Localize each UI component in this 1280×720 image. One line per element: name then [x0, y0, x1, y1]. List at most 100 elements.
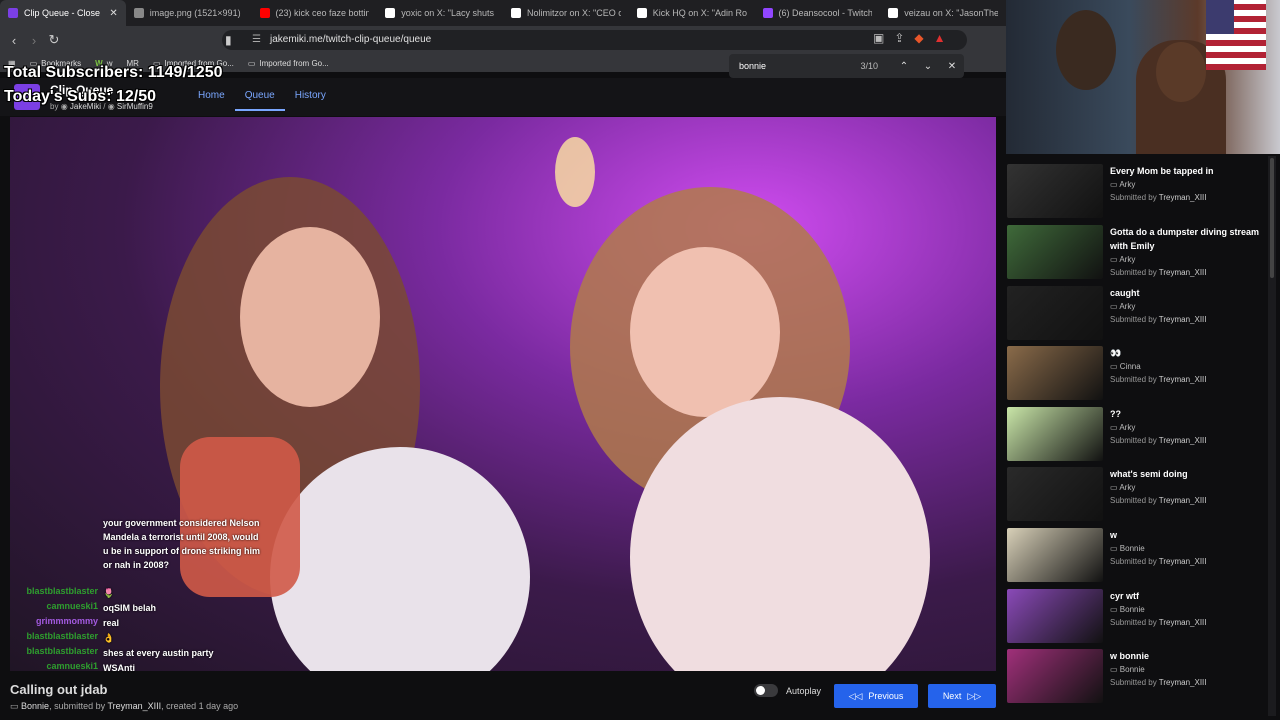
clip-thumbnail[interactable] [1007, 649, 1103, 703]
chat-username[interactable]: grimmmommy [0, 616, 103, 630]
previous-button[interactable]: ◁◁ Previous [834, 684, 918, 708]
queue-item-channel: ▭ Bonnie [1110, 605, 1145, 614]
queue-item-submitter: Submitted by Treyman_XIII [1110, 496, 1207, 505]
alert-icon[interactable]: ▲ [934, 31, 946, 45]
clip-thumbnail[interactable] [1007, 528, 1103, 582]
webcam-flag-canton [1206, 0, 1234, 34]
site-info-icon[interactable]: ☰ [252, 34, 261, 45]
nav-home[interactable]: Home [188, 80, 235, 111]
chat-username[interactable]: camnueski1 [0, 661, 103, 675]
chat-icon: ▭ [1110, 180, 1120, 189]
tab-favicon-icon [133, 8, 144, 18]
clip-thumbnail[interactable] [1007, 286, 1103, 340]
close-icon[interactable]: ✕ [940, 61, 964, 72]
queue-item[interactable]: what's semi doing ▭ Arky Submitted by Trey… [1007, 467, 1265, 523]
chat-icon: ▭ [1110, 255, 1120, 264]
chat-message: your government considered Nelson Mandel… [103, 518, 260, 570]
browser-tab[interactable]: (23) kick ceo faze botting [252, 0, 378, 26]
chat-username[interactable]: blastblastblaster [0, 586, 103, 600]
find-prev-icon[interactable]: ⌃ [892, 61, 916, 72]
find-count: 3/10 [860, 61, 878, 71]
queue-item[interactable]: w bonnie ▭ Bonnie Submitted by Treyman_XII… [1007, 649, 1265, 705]
clip-thumbnail[interactable] [1007, 346, 1103, 400]
autoplay-toggle[interactable] [754, 684, 778, 697]
tab-label: yoxic on X: "Lacy shuts do [401, 8, 495, 18]
queue-item-submitter: Submitted by Treyman_XIII [1110, 678, 1207, 687]
nav-history[interactable]: History [285, 80, 336, 111]
queue-item-channel: ▭ Bonnie [1110, 544, 1145, 553]
folder-icon: ▭ [247, 58, 256, 68]
total-subscribers-overlay: Total Subscribers: 1149/1250 [4, 64, 223, 81]
chat-username[interactable]: blastblastblaster [0, 631, 103, 645]
queue-item[interactable]: Gotta do a dumpster diving stream with E… [1007, 225, 1265, 281]
chat-line: camnueski1 WSAnti [0, 661, 300, 675]
tab-label: veizau on X: "JasonTheWe [904, 8, 998, 18]
clip-thumbnail[interactable] [1007, 164, 1103, 218]
queue-item[interactable]: w ▭ Bonnie Submitted by Treyman_XIII [1007, 528, 1265, 584]
tab-label: (23) kick ceo faze botting [275, 8, 370, 18]
browser-tab[interactable]: yoxic on X: "Lacy shuts do [377, 0, 503, 26]
video-face-right [630, 247, 780, 417]
clip-thumbnail[interactable] [1007, 589, 1103, 643]
webcam-plush [1056, 10, 1116, 90]
next-button[interactable]: Next ▷▷ [928, 684, 996, 708]
queue-item[interactable]: Every Mom be tapped in ▭ Arky Submitted by… [1007, 164, 1265, 220]
queue-item-channel: ▭ Arky [1110, 423, 1136, 432]
url-text[interactable]: jakemiki.me/twitch-clip-queue/queue [270, 34, 431, 45]
clip-submitter[interactable]: Treyman_XIII [107, 701, 161, 711]
video-chandelier [555, 137, 595, 207]
streamer-webcam [1006, 0, 1280, 154]
find-next-icon[interactable]: ⌄ [916, 61, 940, 72]
find-input[interactable]: bonnie [739, 61, 860, 71]
queue-item-submitter: Submitted by Treyman_XIII [1110, 375, 1207, 384]
chat-username[interactable]: blastblastblaster [0, 646, 103, 660]
chat-message: 🌷 [103, 588, 115, 598]
queue-item[interactable]: caught ▭ Arky Submitted by Treyman_XIII [1007, 286, 1265, 342]
browser-tab[interactable]: (6) Deansocool - Twitch [755, 0, 881, 26]
chat-icon: ▭ [1110, 362, 1120, 371]
tab-label: Clip Queue - Close [24, 8, 101, 18]
nav-queue[interactable]: Queue [234, 80, 285, 111]
clip-thumbnail[interactable] [1007, 467, 1103, 521]
browser-tab[interactable]: image.png (1521×991) [126, 0, 252, 26]
browser-tab[interactable]: veizau on X: "JasonTheWe [880, 0, 1006, 26]
video-face-left [240, 227, 380, 407]
tab-favicon-icon [8, 8, 18, 18]
tab-label: image.png (1521×991) [149, 8, 241, 18]
queue-item-title: Gotta do a dumpster diving stream with E… [1110, 227, 1260, 251]
bookmark-icon[interactable]: ▮ [225, 33, 232, 47]
tab-label: (6) Deansocool - Twitch [778, 8, 873, 18]
browser-tab[interactable]: Nolimitzor on X: "CEO of K [503, 0, 629, 26]
chat-icon: ▭ [1110, 483, 1120, 492]
queue-item[interactable]: ?? ▭ Arky Submitted by Treyman_XIII [1007, 407, 1265, 463]
queue-item-channel: ▭ Arky [1110, 180, 1136, 189]
queue-item-title: caught [1110, 288, 1140, 298]
queue-item[interactable]: cyr wtf ▭ Bonnie Submitted by Treyman_XIII [1007, 589, 1265, 645]
clip-channel[interactable]: Bonnie [21, 701, 49, 711]
browser-tab[interactable]: Kick HQ on X: "Adin Ross [629, 0, 755, 26]
queue-item-title: what's semi doing [1110, 469, 1188, 479]
clip-thumbnail[interactable] [1007, 407, 1103, 461]
queue-item-submitter: Submitted by Treyman_XIII [1110, 557, 1207, 566]
queue-scroll-thumb[interactable] [1270, 158, 1274, 278]
chat-message: WSAnti [103, 663, 135, 673]
chat-line: blastblastblaster 🌷 [0, 586, 300, 600]
back-icon[interactable]: ‹ [4, 33, 24, 48]
clip-thumbnail[interactable] [1007, 225, 1103, 279]
todays-subs-overlay: Today's Subs: 12/50 [4, 88, 157, 105]
close-icon[interactable]: ✕ [109, 8, 117, 19]
queue-item-channel: ▭ Arky [1110, 255, 1136, 264]
queue-item[interactable]: 👀 ▭ Cinna Submitted by Treyman_XIII [1007, 346, 1265, 402]
queue-item-submitter: Submitted by Treyman_XIII [1110, 315, 1207, 324]
shield-icon[interactable]: ◆ [914, 31, 923, 45]
chat-username[interactable] [0, 516, 103, 572]
bookmark-item[interactable]: ▭ Imported from Go... [248, 59, 329, 68]
reload-icon[interactable]: ↻ [44, 32, 64, 48]
browser-tab[interactable]: Clip Queue - Close ✕ [0, 0, 126, 26]
share-icon[interactable]: ⇪ [894, 31, 904, 45]
queue-item-title: cyr wtf [1110, 591, 1140, 601]
forward-icon[interactable]: › [24, 33, 44, 48]
queue-item-title: w bonnie [1110, 651, 1149, 661]
extension-icon[interactable]: ▣ [873, 31, 884, 45]
chat-username[interactable]: camnueski1 [0, 601, 103, 615]
